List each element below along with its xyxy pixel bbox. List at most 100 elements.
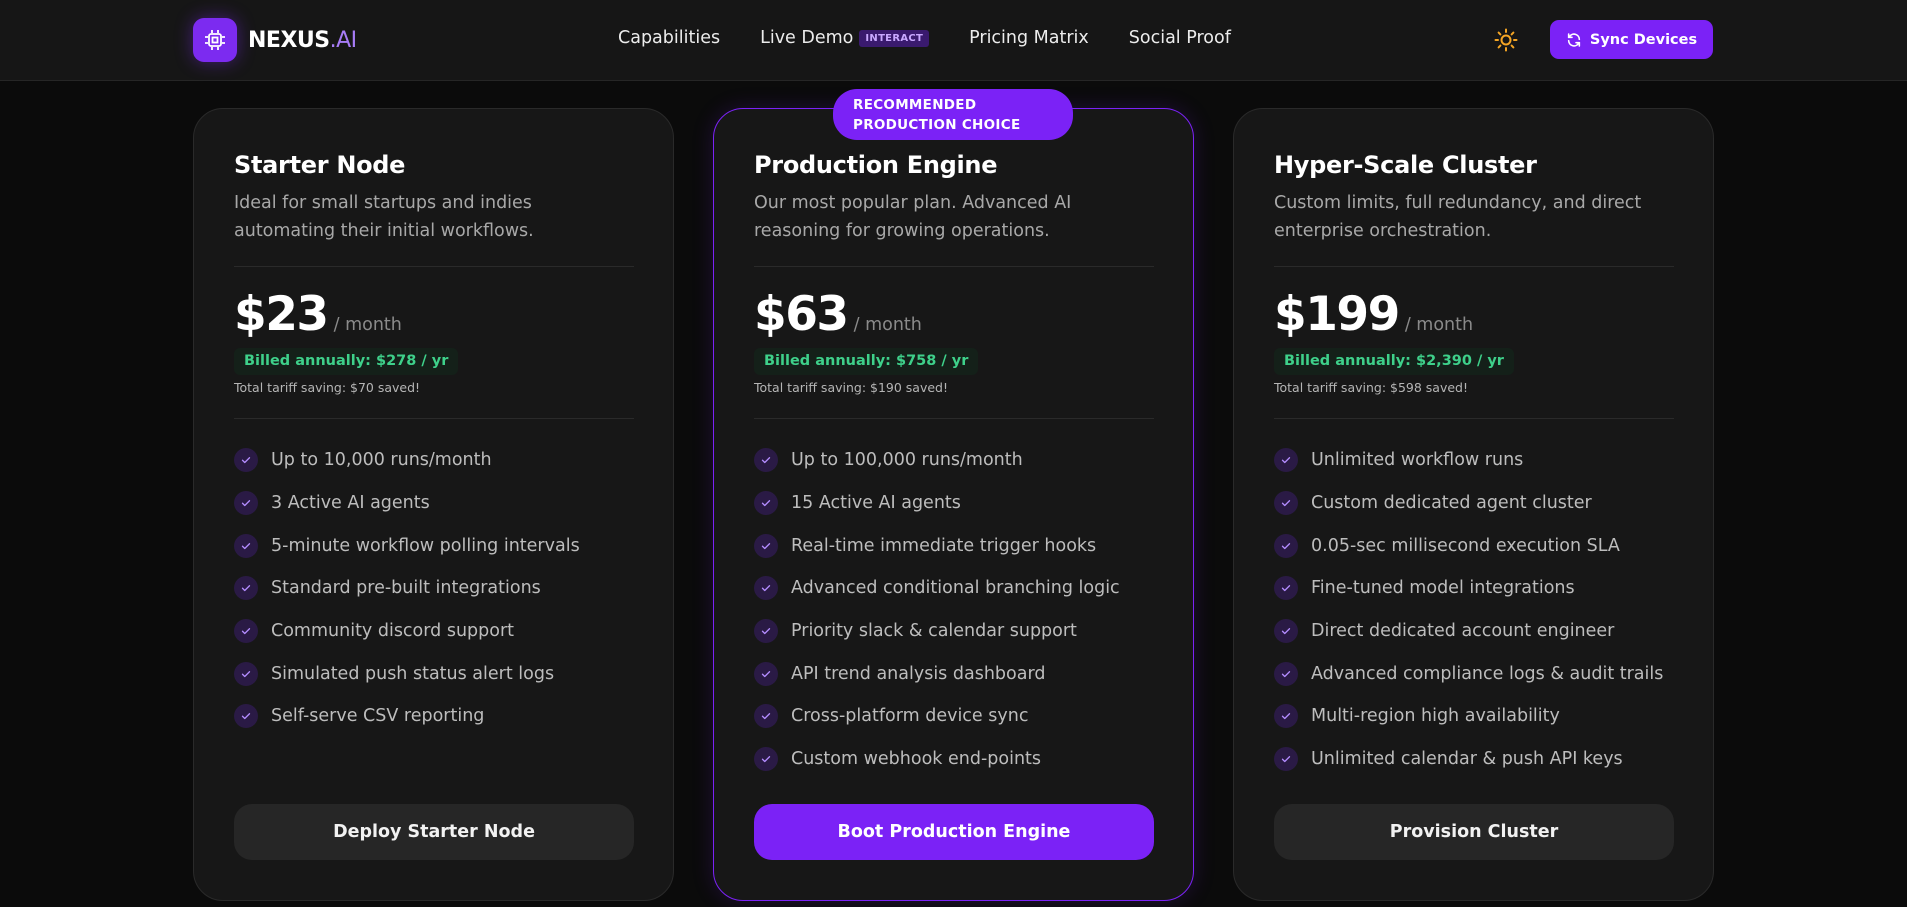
top-nav-bar: NEXUS.AI Capabilities Live Demo INTERACT…: [0, 0, 1907, 81]
recommended-ribbon: RECOMMENDED PRODUCTION CHOICE: [833, 89, 1073, 140]
check-icon: [754, 747, 778, 772]
check-icon: [234, 619, 258, 644]
feature-text: Custom dedicated agent cluster: [1311, 493, 1592, 514]
feature-text: Unlimited workflow runs: [1311, 450, 1524, 471]
logo-name: NEXUS: [248, 27, 330, 53]
list-item: Simulated push status alert logs: [234, 652, 580, 695]
nav-capabilities[interactable]: Capabilities: [618, 28, 720, 48]
feature-text: Simulated push status alert logs: [271, 663, 555, 684]
divider: [234, 266, 634, 267]
list-item: Real-time immediate trigger hooks: [754, 524, 1120, 567]
check-icon: [234, 448, 258, 473]
pricing-card-production: Production Engine Our most popular plan.…: [713, 108, 1194, 901]
divider: [754, 418, 1154, 419]
list-item: Cross-platform device sync: [754, 695, 1120, 738]
nav-pricing-matrix[interactable]: Pricing Matrix: [969, 28, 1089, 48]
check-icon: [754, 576, 778, 601]
plan-title: Production Engine: [754, 151, 998, 179]
check-icon: [1274, 619, 1298, 644]
logo-text: NEXUS.AI: [248, 28, 357, 53]
feature-text: 3 Active AI agents: [271, 493, 430, 514]
nav-social-proof[interactable]: Social Proof: [1129, 28, 1231, 48]
check-icon: [1274, 576, 1298, 601]
list-item: Priority slack & calendar support: [754, 610, 1120, 653]
list-item: 15 Active AI agents: [754, 482, 1120, 525]
divider: [1274, 418, 1674, 419]
price-row: $23 / month: [234, 287, 402, 342]
feature-text: Multi-region high availability: [1311, 706, 1560, 727]
check-icon: [754, 704, 778, 729]
feature-text: 0.05-sec millisecond execution SLA: [1311, 535, 1620, 556]
list-item: 0.05-sec millisecond execution SLA: [1274, 524, 1663, 567]
boot-production-engine-button[interactable]: Boot Production Engine: [754, 804, 1154, 860]
feature-text: Up to 100,000 runs/month: [791, 450, 1023, 471]
plan-description: Ideal for small startups and indies auto…: [234, 193, 534, 241]
plan-price: $63: [754, 287, 849, 342]
plan-price: $199: [1274, 287, 1400, 342]
billed-annually-badge: Billed annually: $758 / yr: [754, 348, 979, 375]
feature-text: API trend analysis dashboard: [791, 663, 1046, 684]
check-icon: [754, 661, 778, 686]
feature-text: Cross-platform device sync: [791, 706, 1029, 727]
divider: [1274, 266, 1674, 267]
list-item: Self-serve CSV reporting: [234, 695, 580, 738]
deploy-starter-node-button[interactable]: Deploy Starter Node: [234, 804, 634, 860]
sync-label: Sync Devices: [1589, 31, 1698, 48]
saving-note: Total tariff saving: $190 saved!: [754, 380, 949, 395]
feature-text: Priority slack & calendar support: [791, 621, 1077, 642]
logo[interactable]: NEXUS.AI: [193, 18, 357, 62]
check-icon: [234, 576, 258, 601]
billed-annually-badge: Billed annually: $278 / yr: [234, 348, 459, 375]
check-icon: [234, 491, 258, 516]
saving-note: Total tariff saving: $598 saved!: [1274, 380, 1469, 395]
main-nav: Capabilities Live Demo INTERACT Pricing …: [618, 28, 1271, 48]
sun-icon[interactable]: [1494, 28, 1518, 52]
nav-label: Pricing Matrix: [969, 28, 1089, 48]
nav-live-demo[interactable]: Live Demo INTERACT: [760, 28, 930, 48]
list-item: Community discord support: [234, 610, 580, 653]
list-item: Standard pre-built integrations: [234, 567, 580, 610]
list-item: API trend analysis dashboard: [754, 652, 1120, 695]
check-icon: [234, 661, 258, 686]
sync-devices-button[interactable]: Sync Devices: [1550, 20, 1713, 59]
price-period: / month: [1404, 315, 1474, 335]
check-icon: [1274, 533, 1298, 558]
check-icon: [754, 491, 778, 516]
feature-text: Real-time immediate trigger hooks: [791, 535, 1097, 556]
check-icon: [234, 704, 258, 729]
feature-text: Unlimited calendar & push API keys: [1311, 749, 1623, 770]
feature-text: Custom webhook end-points: [791, 749, 1042, 770]
billed-annually-badge: Billed annually: $2,390 / yr: [1274, 348, 1514, 375]
refresh-icon: [1567, 32, 1581, 47]
feature-text: Advanced compliance logs & audit trails: [1311, 663, 1664, 684]
divider: [754, 266, 1154, 267]
feature-text: Advanced conditional branching logic: [791, 578, 1120, 599]
feature-list: Unlimited workflow runs Custom dedicated…: [1274, 439, 1663, 781]
check-icon: [1274, 704, 1298, 729]
list-item: Unlimited workflow runs: [1274, 439, 1663, 482]
list-item: Custom webhook end-points: [754, 738, 1120, 781]
nav-label: Capabilities: [618, 28, 721, 48]
plan-title: Hyper-Scale Cluster: [1274, 151, 1537, 179]
feature-text: Up to 10,000 runs/month: [271, 450, 492, 471]
list-item: Unlimited calendar & push API keys: [1274, 738, 1663, 781]
provision-cluster-button[interactable]: Provision Cluster: [1274, 804, 1674, 860]
divider: [234, 418, 634, 419]
feature-text: Self-serve CSV reporting: [271, 706, 485, 727]
feature-text: Standard pre-built integrations: [271, 578, 541, 599]
logo-suffix: .AI: [329, 27, 358, 53]
plan-description: Custom limits, full redundancy, and dire…: [1274, 193, 1642, 241]
plan-title: Starter Node: [234, 151, 406, 179]
plan-price: $23: [234, 287, 329, 342]
check-icon: [1274, 747, 1298, 772]
interact-badge: INTERACT: [859, 29, 930, 47]
pricing-card-starter: Starter Node Ideal for small startups an…: [193, 108, 674, 901]
nav-label: Social Proof: [1128, 28, 1231, 48]
check-icon: [1274, 448, 1298, 473]
list-item: 5-minute workflow polling intervals: [234, 524, 580, 567]
check-icon: [754, 448, 778, 473]
price-row: $63 / month: [754, 287, 922, 342]
list-item: Fine-tuned model integrations: [1274, 567, 1663, 610]
price-period: / month: [853, 315, 922, 335]
feature-text: Fine-tuned model integrations: [1311, 578, 1575, 599]
